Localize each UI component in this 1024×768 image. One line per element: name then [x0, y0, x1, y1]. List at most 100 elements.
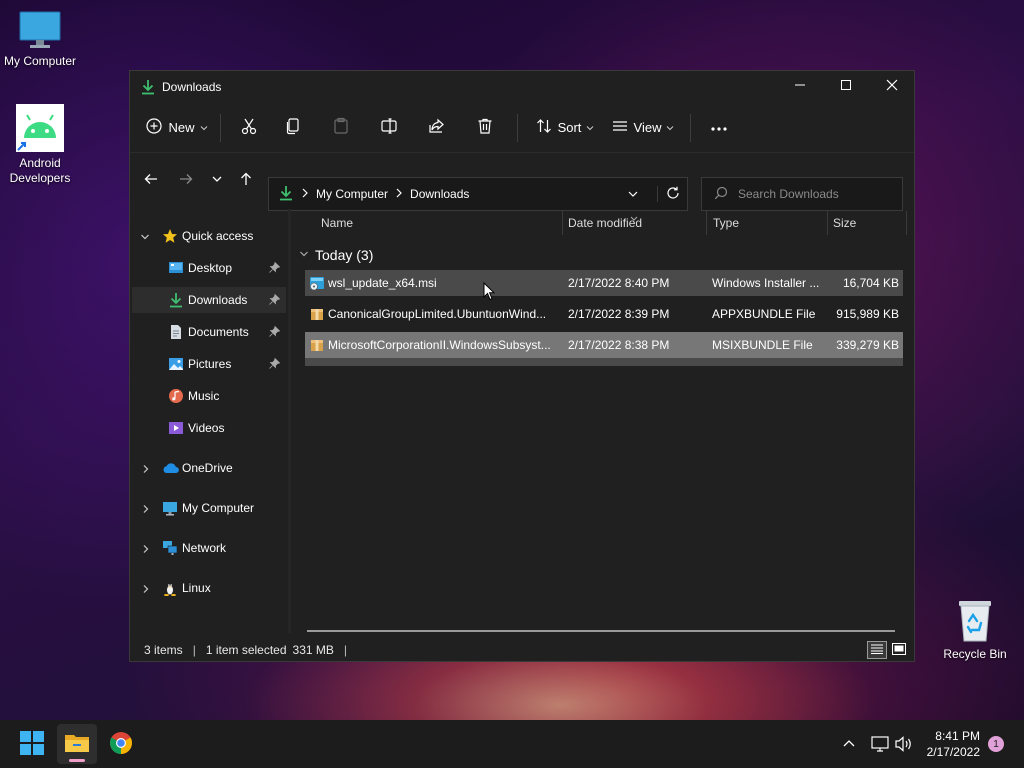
search-input[interactable]: Search Downloads	[701, 177, 903, 211]
navigation-pane: Quick access Desktop Downloads Documents…	[130, 209, 288, 629]
status-divider: |	[192, 643, 196, 657]
column-divider[interactable]	[906, 211, 907, 235]
chevron-right-icon[interactable]	[141, 543, 151, 557]
column-divider[interactable]	[562, 211, 563, 235]
column-header-size[interactable]: Size	[833, 209, 856, 237]
delete-button[interactable]	[461, 112, 509, 144]
maximize-button[interactable]	[823, 71, 869, 101]
group-header-today[interactable]: Today (3)	[299, 243, 373, 267]
desktop-icon-recycle-bin[interactable]: Recycle Bin	[935, 597, 1015, 662]
column-divider[interactable]	[706, 211, 707, 235]
search-placeholder: Search Downloads	[738, 187, 839, 201]
sidebar-item-label: OneDrive	[182, 461, 233, 475]
minimize-button[interactable]	[777, 71, 823, 101]
breadcrumb-my-computer[interactable]: My Computer	[316, 187, 388, 201]
cut-button[interactable]	[229, 112, 269, 144]
chevron-down-icon	[666, 120, 674, 135]
onedrive-icon	[162, 461, 180, 478]
breadcrumb-separator-icon	[302, 187, 308, 201]
copy-icon	[284, 117, 302, 138]
breadcrumb-separator-icon	[396, 187, 402, 201]
column-header-name[interactable]: Name	[321, 209, 353, 237]
desktop-icon-label: Recycle Bin	[943, 647, 1007, 661]
sidebar-item-pictures[interactable]: Pictures	[132, 351, 286, 377]
taskbar-file-explorer[interactable]	[57, 724, 97, 764]
group-label: Today (3)	[315, 247, 374, 263]
details-view-button[interactable]	[867, 641, 887, 659]
delete-icon	[476, 117, 494, 138]
chevron-right-icon[interactable]	[141, 583, 151, 597]
chevron-down-icon	[211, 173, 223, 188]
up-button[interactable]	[231, 165, 261, 195]
desktop-icon-my-computer[interactable]: My Computer	[0, 10, 80, 69]
network-status-button[interactable]	[871, 736, 889, 755]
clock[interactable]: 8:41 PM 2/17/2022	[920, 728, 980, 760]
share-button[interactable]	[413, 112, 461, 144]
download-icon	[140, 79, 156, 95]
title-bar[interactable]: Downloads	[130, 71, 914, 103]
desktop-icon-android-developers[interactable]: Android Developers	[0, 104, 80, 186]
show-hidden-icons-button[interactable]	[842, 736, 856, 753]
file-date: 2/17/2022 8:39 PM	[568, 307, 670, 321]
status-selected-count: 1 item selected	[205, 643, 287, 657]
copy-button[interactable]	[269, 112, 317, 144]
file-size: 16,704 KB	[842, 276, 899, 290]
column-header-type[interactable]: Type	[713, 209, 739, 237]
volume-button[interactable]	[895, 736, 913, 755]
chevron-down-icon[interactable]	[140, 231, 150, 245]
breadcrumb-downloads[interactable]: Downloads	[410, 187, 469, 201]
close-button[interactable]	[869, 71, 915, 101]
more-options-button[interactable]	[699, 112, 739, 144]
back-button[interactable]	[136, 165, 166, 195]
start-button[interactable]	[12, 724, 52, 764]
file-name: CanonicalGroupLimited.UbuntuonWind...	[328, 307, 547, 321]
sidebar-item-my-computer[interactable]: My Computer	[132, 495, 286, 521]
minimize-icon	[794, 79, 806, 94]
sidebar-item-documents[interactable]: Documents	[132, 319, 286, 345]
sidebar-item-quick-access[interactable]: Quick access	[132, 223, 286, 249]
sidebar-item-downloads[interactable]: Downloads	[132, 287, 286, 313]
package-icon	[309, 337, 325, 356]
maximize-icon	[840, 79, 852, 94]
sort-button[interactable]: Sort	[526, 112, 604, 144]
rename-button[interactable]	[365, 112, 413, 144]
tiles-view-button[interactable]	[890, 641, 908, 659]
file-row[interactable]: MicrosoftCorporationII.WindowsSubsyst...…	[305, 332, 903, 358]
chevron-right-icon[interactable]	[141, 463, 151, 477]
pin-icon	[269, 261, 281, 276]
sidebar-item-music[interactable]: Music	[132, 383, 286, 409]
file-row[interactable]: CanonicalGroupLimited.UbuntuonWind... 2/…	[305, 301, 903, 327]
clock-time: 8:41 PM	[935, 729, 980, 743]
pin-icon	[269, 357, 281, 372]
paste-button[interactable]	[317, 112, 365, 144]
videos-folder-icon	[168, 420, 184, 439]
refresh-button[interactable]	[657, 186, 680, 202]
sort-icon	[536, 118, 552, 137]
address-dropdown-button[interactable]	[627, 188, 639, 203]
more-icon	[710, 120, 728, 135]
new-button[interactable]: New	[142, 112, 212, 144]
horizontal-scrollbar[interactable]	[307, 630, 895, 632]
sidebar-item-desktop[interactable]: Desktop	[132, 255, 286, 281]
forward-button[interactable]	[171, 165, 201, 195]
column-header-date-modified[interactable]: Date modified	[568, 209, 642, 237]
toolbar-divider	[517, 113, 518, 142]
chevron-right-icon[interactable]	[141, 503, 151, 517]
sidebar-item-videos[interactable]: Videos	[132, 415, 286, 441]
rename-icon	[380, 117, 398, 138]
recent-locations-button[interactable]	[202, 165, 232, 195]
file-date: 2/17/2022 8:40 PM	[568, 276, 670, 290]
sidebar-item-network[interactable]: Network	[132, 535, 286, 561]
status-item-count: 3 items	[144, 643, 183, 657]
column-divider[interactable]	[827, 211, 828, 235]
sidebar-item-onedrive[interactable]: OneDrive	[132, 455, 286, 481]
taskbar-chrome[interactable]	[101, 724, 141, 764]
tiles-view-icon	[892, 642, 906, 658]
view-button[interactable]: View	[604, 112, 682, 144]
notification-badge[interactable]: 1	[988, 736, 1004, 752]
sidebar-item-linux[interactable]: Linux	[132, 575, 286, 601]
file-row[interactable]: wsl_update_x64.msi 2/17/2022 8:40 PM Win…	[305, 270, 903, 296]
address-bar[interactable]: My Computer Downloads	[268, 177, 688, 211]
window-title: Downloads	[162, 80, 222, 94]
view-list-icon	[612, 118, 628, 137]
